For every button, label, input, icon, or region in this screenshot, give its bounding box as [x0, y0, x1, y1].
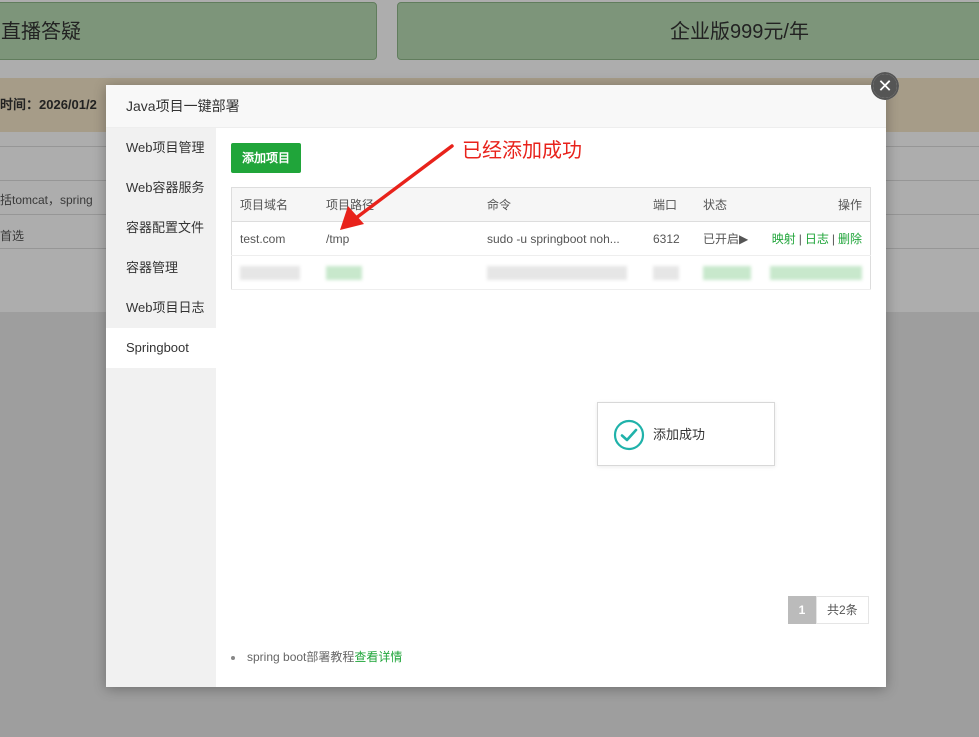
- modal-header: Java项目一键部署: [106, 85, 886, 128]
- col-status: 状态: [695, 187, 761, 222]
- sidebar-item-web-container[interactable]: Web容器服务: [106, 168, 216, 208]
- delete-link[interactable]: 删除: [838, 232, 862, 246]
- table-header-row: 项目域名 项目路径 命令 端口 状态 操作: [231, 187, 871, 222]
- view-details-link[interactable]: 查看详情: [354, 650, 402, 664]
- cell-domain: test.com: [231, 221, 318, 256]
- project-table: 项目域名 项目路径 命令 端口 状态 操作 test.com /tmp sudo…: [231, 187, 871, 290]
- success-toast: 添加成功: [597, 402, 775, 466]
- map-link[interactable]: 映射: [772, 232, 796, 246]
- col-port: 端口: [645, 187, 695, 222]
- check-circle-icon: [613, 419, 645, 451]
- cell-path-link[interactable]: /tmp: [318, 221, 479, 256]
- cell-blurred: [231, 255, 318, 290]
- sidebar: Web项目管理 Web容器服务 容器配置文件 容器管理 Web项目日志 Spri…: [106, 128, 216, 687]
- sidebar-item-web-log[interactable]: Web项目日志: [106, 288, 216, 328]
- separator: |: [831, 232, 835, 246]
- sidebar-item-springboot[interactable]: Springboot: [106, 328, 216, 368]
- cell-blurred: [761, 255, 871, 290]
- close-icon: ✕: [873, 74, 897, 98]
- footer-text: spring boot部署教程: [247, 650, 355, 664]
- footer-note: spring boot部署教程查看详情: [231, 648, 402, 665]
- col-command: 命令: [479, 187, 645, 222]
- main-content: 添加项目 项目域名 项目路径 命令 端口 状态 操作 test.com /tmp…: [216, 128, 886, 687]
- cell-port: 6312: [645, 221, 695, 256]
- cell-blurred: [318, 255, 479, 290]
- add-project-button[interactable]: 添加项目: [231, 143, 302, 173]
- table-row: test.com /tmp sudo -u springboot noh... …: [231, 221, 871, 256]
- sidebar-item-web-project[interactable]: Web项目管理: [106, 128, 216, 168]
- table-row-blurred: [231, 255, 871, 290]
- cell-ops: 映射 | 日志 | 删除: [761, 221, 871, 256]
- cell-command: sudo -u springboot noh...: [479, 221, 645, 256]
- sidebar-item-container-manage[interactable]: 容器管理: [106, 248, 216, 288]
- col-path: 项目路径: [318, 187, 479, 222]
- separator: |: [798, 232, 802, 246]
- annotation-text: 已经添加成功: [462, 140, 582, 162]
- close-button[interactable]: ✕: [871, 72, 899, 100]
- cell-blurred: [479, 255, 645, 290]
- col-ops: 操作: [761, 187, 871, 222]
- status-toggle[interactable]: 已开启▶: [695, 221, 761, 256]
- pagination: 1 共2条: [788, 596, 869, 624]
- toast-message: 添加成功: [653, 427, 706, 442]
- bullet-icon: [231, 655, 235, 660]
- sidebar-item-container-config[interactable]: 容器配置文件: [106, 208, 216, 248]
- cell-blurred: [695, 255, 761, 290]
- java-deploy-modal: Java项目一键部署 ✕ Web项目管理 Web容器服务 容器配置文件 容器管理…: [106, 72, 899, 687]
- log-link[interactable]: 日志: [805, 232, 829, 246]
- col-domain: 项目域名: [231, 187, 318, 222]
- modal-title: Java项目一键部署: [126, 98, 240, 114]
- cell-blurred: [645, 255, 695, 290]
- page-total: 共2条: [816, 596, 869, 624]
- page-current[interactable]: 1: [788, 596, 816, 624]
